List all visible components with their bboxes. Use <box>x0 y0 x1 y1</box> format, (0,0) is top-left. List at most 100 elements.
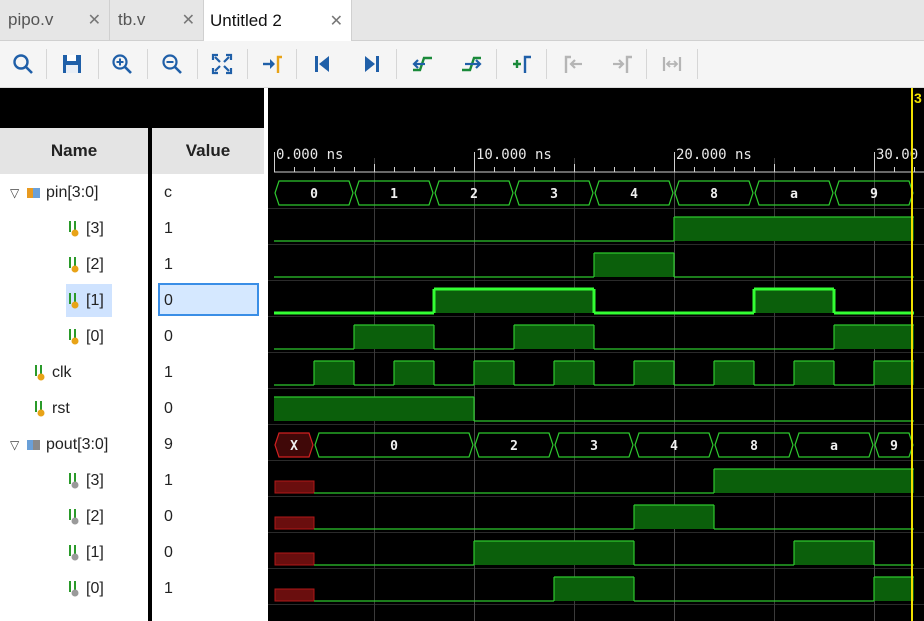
value-column-header[interactable]: Value <box>152 128 264 174</box>
go-to-last-time-button[interactable] <box>358 50 386 78</box>
undefined-segment <box>274 480 315 494</box>
signal-name: [3] <box>86 220 104 237</box>
signal-name: [3] <box>86 472 104 489</box>
zoom-in-button[interactable] <box>108 50 136 78</box>
undefined-segment <box>274 588 315 602</box>
time-tick-label: 20.000 ns <box>676 147 752 163</box>
bus-value-label: 1 <box>390 187 398 202</box>
name-column-header[interactable]: Name <box>0 128 148 174</box>
tab-label: tb.v <box>118 10 146 29</box>
signal-row-pin-3[interactable]: [3] <box>68 211 104 247</box>
search-icon <box>13 54 33 74</box>
high-level-fill <box>554 361 594 385</box>
tab-untitled-2[interactable]: Untitled 2 ✕ <box>204 0 352 41</box>
signal-value: 1 <box>164 472 173 489</box>
bus-value-label: 9 <box>870 187 878 202</box>
search-button[interactable] <box>9 50 37 78</box>
time-tick-label: 0.000 ns <box>276 147 343 163</box>
signal-value: 9 <box>164 436 173 453</box>
signal-row-pout-3[interactable]: [3] <box>68 463 104 499</box>
input-signal-icon <box>69 293 79 309</box>
tab-pipo-v[interactable]: pipo.v ✕ <box>0 0 110 40</box>
tab-label: pipo.v <box>8 10 54 29</box>
high-level-fill <box>314 361 354 385</box>
next-marker-button[interactable] <box>608 50 636 78</box>
cursor-time-label: 3 <box>914 90 922 106</box>
add-marker-button[interactable] <box>508 50 536 78</box>
previous-transition-button[interactable] <box>408 50 436 78</box>
bus-value-label: 8 <box>710 187 718 202</box>
high-level-fill <box>514 325 594 349</box>
close-icon[interactable]: ✕ <box>330 11 343 31</box>
bus-icon <box>27 188 40 198</box>
output-signal-icon <box>69 473 79 489</box>
signal-row-clk[interactable]: clk <box>34 355 72 391</box>
bus-value-label: X <box>290 439 298 454</box>
signal-row-pout-1[interactable]: [1] <box>68 535 104 571</box>
swap-cursors-button[interactable] <box>658 50 686 78</box>
tab-tb-v[interactable]: tb.v ✕ <box>110 0 204 40</box>
zoom-fit-button[interactable] <box>208 50 236 78</box>
high-level-fill <box>394 361 434 385</box>
signal-name: [2] <box>86 508 104 525</box>
signal-value: 0 <box>164 328 173 345</box>
signal-name: pout[3:0] <box>46 436 109 453</box>
zoom-out-icon <box>162 54 182 74</box>
signal-value: 1 <box>164 580 173 597</box>
signal-value: 1 <box>164 364 173 381</box>
next-marker-icon <box>613 55 632 73</box>
signal-value: 0 <box>164 292 173 309</box>
bus-value-label: a <box>790 187 798 202</box>
output-signal-icon <box>69 509 79 525</box>
editor-tab-bar: pipo.v ✕ tb.v ✕ Untitled 2 ✕ <box>0 0 924 41</box>
bus-value-label: 4 <box>670 439 678 454</box>
chevron-down-icon[interactable]: ▽ <box>10 438 26 452</box>
high-level-fill <box>434 289 594 313</box>
signal-value: 1 <box>164 220 173 237</box>
output-signal-icon <box>69 581 79 597</box>
zoom-out-button[interactable] <box>158 50 186 78</box>
chevron-down-icon[interactable]: ▽ <box>10 186 26 200</box>
high-level-fill <box>554 577 634 601</box>
bus-value-label: 2 <box>510 439 518 454</box>
signal-name: [0] <box>86 580 104 597</box>
signal-row-pout-2[interactable]: [2] <box>68 499 104 535</box>
go-to-cursor-button[interactable] <box>258 50 286 78</box>
save-icon <box>63 55 81 73</box>
signal-row-rst[interactable]: rst <box>34 391 70 427</box>
output-signal-icon <box>69 545 79 561</box>
high-level-fill <box>794 541 874 565</box>
go-to-time-zero-button[interactable] <box>308 50 336 78</box>
undefined-segment <box>274 552 315 566</box>
signal-row-pin[interactable]: ▽ pin[3:0] <box>10 175 98 211</box>
previous-transition-icon <box>412 56 432 72</box>
undefined-segment <box>274 516 315 530</box>
signal-row-pin-1[interactable]: [1] <box>68 283 104 319</box>
signal-name: rst <box>52 400 70 417</box>
previous-marker-button[interactable] <box>558 50 586 78</box>
input-signal-icon <box>69 221 79 237</box>
bus-icon <box>27 440 40 450</box>
next-transition-button[interactable] <box>458 50 486 78</box>
signal-row-pout[interactable]: ▽ pout[3:0] <box>10 427 108 463</box>
go-to-cursor-icon <box>263 55 282 73</box>
high-level-fill <box>634 361 674 385</box>
high-level-fill <box>474 361 514 385</box>
signal-row-pin-0[interactable]: [0] <box>68 319 104 355</box>
zoom-fit-icon <box>211 53 233 75</box>
signal-name: clk <box>52 364 72 381</box>
signal-row-pin-2[interactable]: [2] <box>68 247 104 283</box>
save-button[interactable] <box>58 50 86 78</box>
waveform-canvas[interactable]: 0.000 ns 10.000 ns 20.000 ns 30.000 1 2 3 4 8 a 9X… <box>268 88 924 621</box>
high-level-fill <box>794 361 834 385</box>
close-icon[interactable]: ✕ <box>182 10 195 30</box>
close-icon[interactable]: ✕ <box>88 10 101 30</box>
bus-value-label: 0 <box>390 439 398 454</box>
previous-marker-icon <box>564 55 582 73</box>
signal-value: 0 <box>164 400 173 417</box>
signal-row-pout-0[interactable]: [0] <box>68 571 104 607</box>
bus-value-label: 3 <box>590 439 598 454</box>
add-marker-icon <box>513 55 531 73</box>
high-level-fill <box>634 505 714 529</box>
bus-value-label: 3 <box>550 187 558 202</box>
